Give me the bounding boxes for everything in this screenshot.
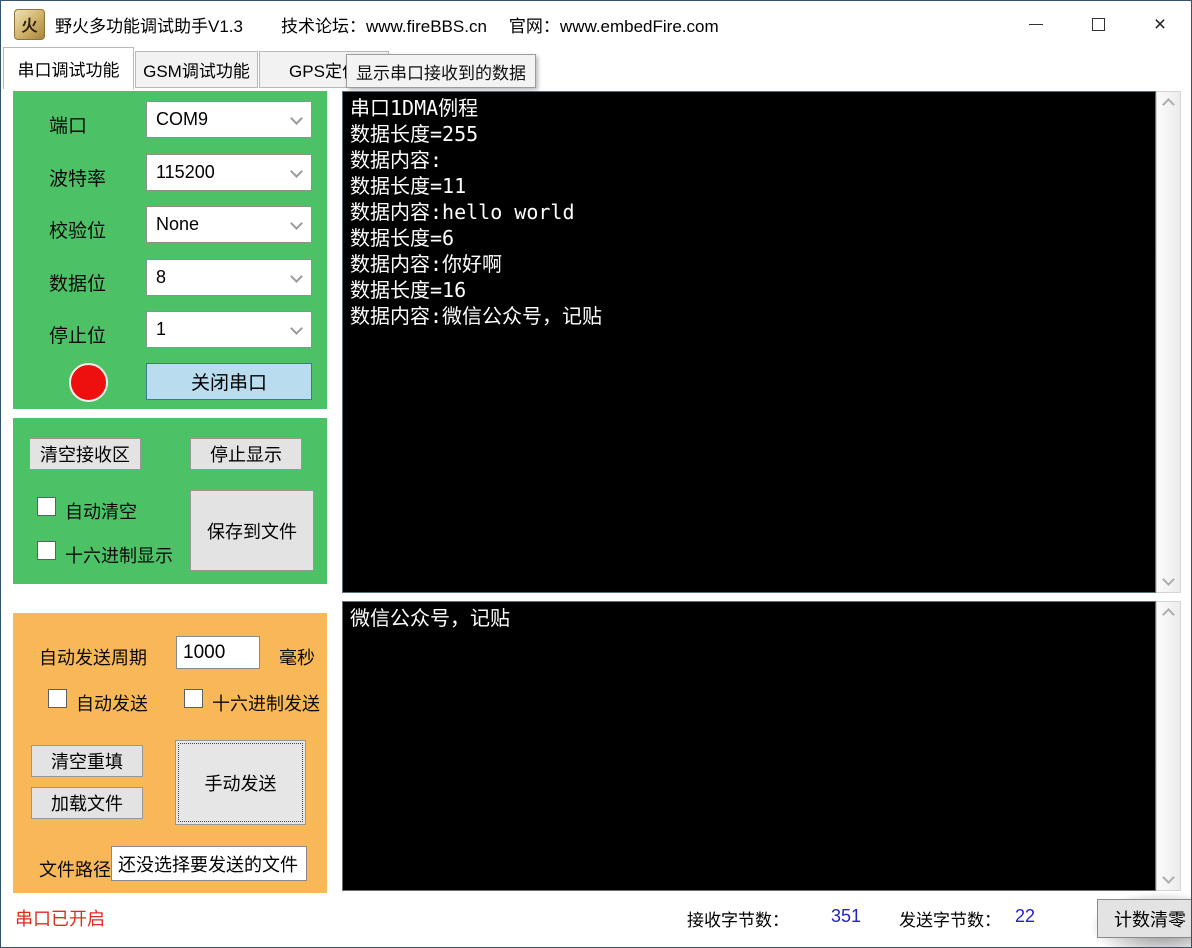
receive-scrollbar[interactable] xyxy=(1156,91,1181,593)
hex-display-checkbox[interactable] xyxy=(37,541,56,560)
hex-send-checkbox[interactable] xyxy=(184,689,203,708)
auto-send-period-label: 自动发送周期 xyxy=(39,648,147,668)
chevron-down-icon xyxy=(290,270,303,283)
close-button[interactable]: × xyxy=(1129,1,1191,47)
auto-clear-checkbox[interactable] xyxy=(37,497,56,516)
file-path-input[interactable] xyxy=(111,846,307,881)
auto-clear-label: 自动清空 xyxy=(65,502,137,522)
window-title: 野火多功能调试助手V1.3 xyxy=(55,16,243,36)
port-label: 端口 xyxy=(49,116,88,137)
window-controls: × xyxy=(1005,1,1191,47)
load-file-button[interactable]: 加载文件 xyxy=(31,787,143,819)
official-site-link: 官网：www.embedFire.com xyxy=(508,16,719,36)
parity-select[interactable]: None xyxy=(146,206,312,243)
scroll-up-icon[interactable] xyxy=(1162,98,1175,111)
hex-send-label: 十六进制发送 xyxy=(212,694,320,714)
port-status-text: 串口已开启 xyxy=(15,909,105,929)
tab-gsm-debug[interactable]: GSM调试功能 xyxy=(135,51,258,88)
tx-bytes-count: 22 xyxy=(1015,906,1036,926)
minimize-icon xyxy=(1029,23,1043,25)
chevron-down-icon xyxy=(290,322,303,335)
databits-label: 数据位 xyxy=(49,274,107,295)
tab-serial-debug[interactable]: 串口调试功能 xyxy=(3,47,134,89)
send-controls-panel: 自动发送周期 毫秒 自动发送 十六进制发送 清空重填 加载文件 手动发送 文件路… xyxy=(13,613,327,893)
manual-send-button[interactable]: 手动发送 xyxy=(175,740,306,825)
maximize-button[interactable] xyxy=(1067,1,1129,47)
period-unit-label: 毫秒 xyxy=(279,648,315,668)
scroll-down-icon[interactable] xyxy=(1162,573,1175,586)
stop-display-button[interactable]: 停止显示 xyxy=(190,438,302,470)
app-logo-icon: 火 xyxy=(14,8,45,40)
save-to-file-button[interactable]: 保存到文件 xyxy=(190,490,314,571)
title-bar: 火 野火多功能调试助手V1.3 技术论坛：www.fireBBS.cn 官网：w… xyxy=(1,1,1191,47)
stopbits-label: 停止位 xyxy=(49,326,107,347)
tx-bytes-label: 发送字节数： xyxy=(899,911,1001,930)
send-scrollbar[interactable] xyxy=(1156,601,1181,891)
auto-send-period-input[interactable] xyxy=(176,636,260,669)
clear-refill-button[interactable]: 清空重填 xyxy=(31,745,143,777)
databits-select[interactable]: 8 xyxy=(146,259,312,296)
close-serial-button[interactable]: 关闭串口 xyxy=(146,363,312,400)
chevron-down-icon xyxy=(290,165,303,178)
clear-receive-button[interactable]: 清空接收区 xyxy=(29,438,141,470)
hex-display-label: 十六进制显示 xyxy=(65,546,173,566)
serial-settings-panel: 端口 COM9 波特率 115200 校验位 None 数据位 8 停止位 1 … xyxy=(13,91,327,409)
maximize-icon xyxy=(1091,17,1105,31)
file-path-label: 文件路径 xyxy=(39,860,111,880)
stopbits-select[interactable]: 1 xyxy=(146,311,312,348)
chevron-down-icon xyxy=(290,112,303,125)
minimize-button[interactable] xyxy=(1005,1,1067,47)
receive-terminal[interactable]: 串口1DMA例程 数据长度=255 数据内容: 数据长度=11 数据内容:hel… xyxy=(342,91,1156,593)
rx-bytes-count: 351 xyxy=(831,906,862,926)
auto-send-checkbox[interactable] xyxy=(48,689,67,708)
auto-send-label: 自动发送 xyxy=(76,694,148,714)
chevron-down-icon xyxy=(290,217,303,230)
port-select[interactable]: COM9 xyxy=(146,101,312,138)
tooltip-receive-data: 显示串口接收到的数据 xyxy=(346,54,536,88)
app-window: 火 野火多功能调试助手V1.3 技术论坛：www.fireBBS.cn 官网：w… xyxy=(0,0,1192,948)
scroll-up-icon[interactable] xyxy=(1162,608,1175,621)
close-icon: × xyxy=(1153,12,1167,36)
send-textarea[interactable]: 微信公众号，记贴 xyxy=(342,601,1156,891)
forum-link: 技术论坛：www.fireBBS.cn xyxy=(280,16,487,36)
receive-controls-panel: 清空接收区 停止显示 自动清空 十六进制显示 保存到文件 xyxy=(13,418,327,584)
baudrate-label: 波特率 xyxy=(49,169,107,190)
rx-bytes-label: 接收字节数： xyxy=(687,911,789,930)
parity-label: 校验位 xyxy=(49,221,107,242)
tab-strip: 串口调试功能 GSM调试功能 GPS定位 xyxy=(1,47,1191,89)
scroll-down-icon[interactable] xyxy=(1162,871,1175,884)
baudrate-select[interactable]: 115200 xyxy=(146,154,312,191)
clear-counts-button[interactable]: 计数清零 xyxy=(1097,899,1191,938)
port-open-led-icon xyxy=(69,363,108,402)
